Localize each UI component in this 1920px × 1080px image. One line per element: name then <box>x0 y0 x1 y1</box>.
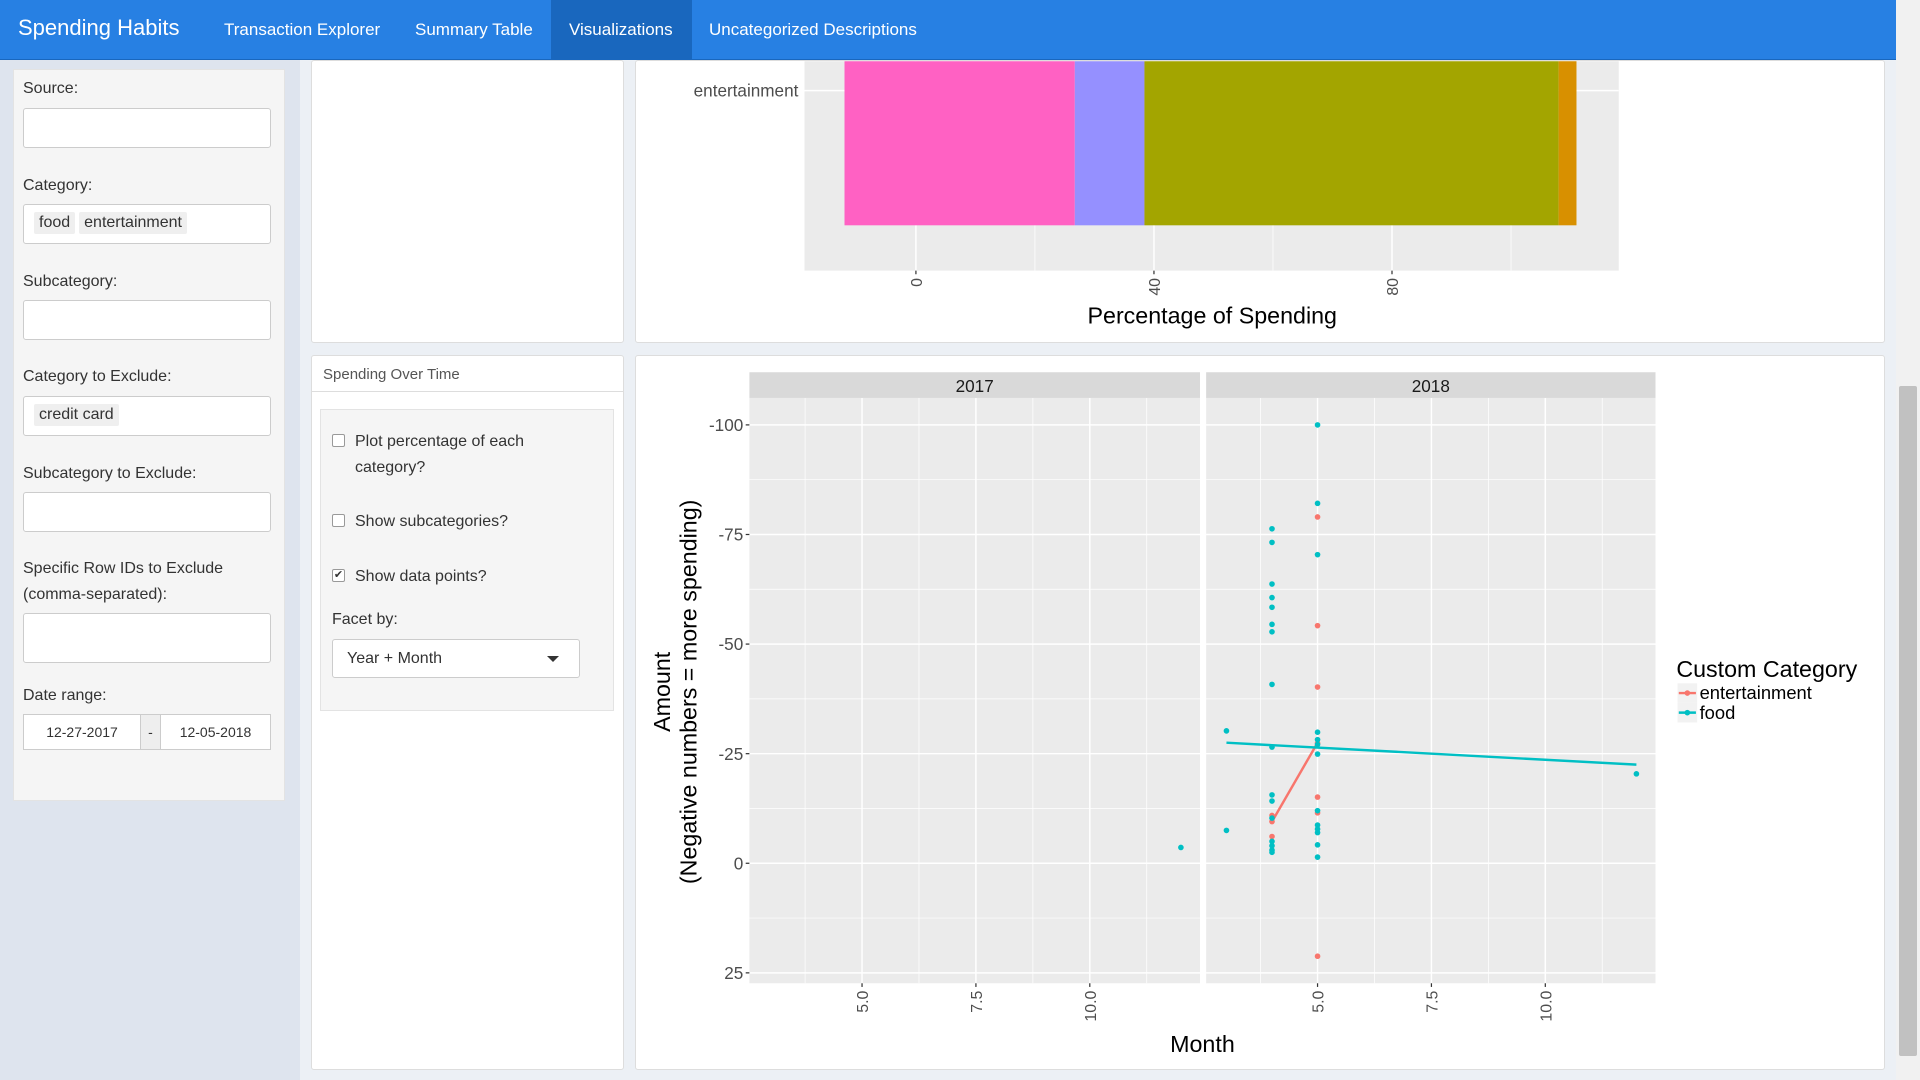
date-separator: - <box>140 714 161 750</box>
spending-over-time-panel <box>635 355 1885 1070</box>
date-range-label: Date range: <box>23 687 107 704</box>
tab-transaction-explorer[interactable]: Transaction Explorer <box>206 0 398 60</box>
pct-checkbox[interactable] <box>332 434 345 447</box>
row-ids-label: Specific Row IDs to Exclude <box>23 560 224 577</box>
category-exclude-label: Category to Exclude: <box>23 368 172 385</box>
facet-select-value: Year + Month <box>347 650 443 667</box>
options-divider <box>311 391 624 392</box>
category-label: Category: <box>23 177 93 194</box>
category-exclude-input[interactable]: credit card <box>23 396 271 436</box>
facet-select[interactable]: Year + Month <box>332 639 580 678</box>
subcategory-exclude-label: Subcategory to Exclude: <box>23 465 197 482</box>
facet-label: Facet by: <box>332 611 398 628</box>
category-chip-food[interactable]: food <box>34 212 76 234</box>
row-ids-label-2: (comma-separated): <box>23 586 168 603</box>
pct-label-2: category? <box>355 459 426 476</box>
subcategory-label: Subcategory: <box>23 273 118 290</box>
subcategories-checkbox[interactable] <box>332 514 345 527</box>
category-input[interactable]: food entertainment <box>23 204 271 244</box>
date-end-input[interactable]: 12-05-2018 <box>160 714 271 750</box>
subcategories-label: Show subcategories? <box>355 513 508 530</box>
source-label: Source: <box>23 80 79 97</box>
subcategory-input[interactable] <box>23 300 271 340</box>
source-input[interactable] <box>23 108 271 148</box>
top-middle-panel <box>311 60 624 343</box>
category-chip-entertainment[interactable]: entertainment <box>79 212 187 234</box>
pct-label: Plot percentage of each <box>355 433 525 450</box>
scrollbar-thumb[interactable] <box>1899 386 1917 1056</box>
options-title: Spending Over Time <box>323 366 460 383</box>
navbar: Spending Habits Transaction Explorer Sum… <box>0 0 1896 60</box>
row-ids-input[interactable] <box>23 613 271 663</box>
exclude-chip-credit-card[interactable]: credit card <box>34 404 119 426</box>
tab-uncategorized-descriptions[interactable]: Uncategorized Descriptions <box>691 0 935 60</box>
data-points-label: Show data points? <box>355 568 487 585</box>
spending-percentage-panel <box>635 60 1885 343</box>
tab-visualizations[interactable]: Visualizations <box>551 0 692 60</box>
tab-summary-table[interactable]: Summary Table <box>397 0 551 60</box>
chevron-down-icon <box>547 656 559 662</box>
date-start-input[interactable]: 12-27-2017 <box>23 714 141 750</box>
data-points-checkbox[interactable]: ✔ <box>332 569 345 582</box>
subcategory-exclude-input[interactable] <box>23 492 271 532</box>
app-brand[interactable]: Spending Habits <box>18 15 179 41</box>
